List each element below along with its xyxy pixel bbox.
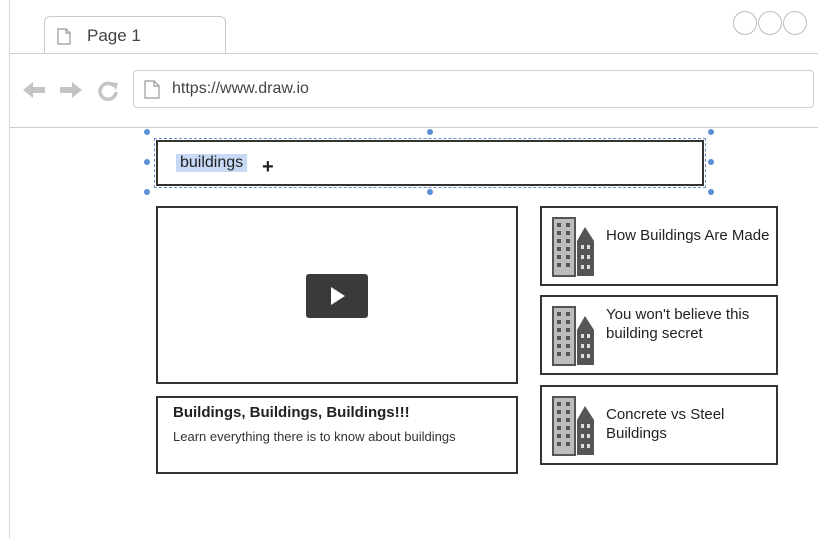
window-minimize-button[interactable] [758,11,782,35]
selection-handle[interactable] [144,189,150,195]
search-input[interactable]: buildings + [154,138,706,188]
selection-handle[interactable] [144,129,150,135]
window-close-button[interactable] [733,11,757,35]
window-maximize-button[interactable] [783,11,807,35]
tab-label: Page 1 [87,26,141,45]
related-video-card[interactable]: You won't believe this building secret [540,295,778,375]
tab-strip-divider [10,53,818,54]
building-icon [552,306,596,371]
page-icon [144,80,160,104]
page-icon [57,28,71,50]
related-video-title: You won't believe this building secret [606,306,750,342]
selection-handle[interactable] [144,159,150,165]
url-input[interactable] [172,78,772,100]
browser-frame-edge [9,0,10,539]
related-video-title: Concrete vs Steel Buildings [606,406,725,442]
crosshair-cursor-icon: + [262,156,274,178]
selection-handle[interactable] [427,189,433,195]
address-bar[interactable] [133,70,814,108]
video-title[interactable]: Buildings, Buildings, Buildings!!! [173,404,410,421]
search-value: buildings [176,154,248,172]
play-button[interactable] [306,274,368,318]
reload-icon[interactable] [97,80,119,107]
chrome-divider [10,127,818,128]
play-icon [331,287,345,305]
selection-handle[interactable] [708,129,714,135]
video-description-box: Buildings, Buildings, Buildings!!! Learn… [156,396,518,474]
forward-arrow-icon[interactable] [59,80,83,105]
related-video-card[interactable]: Concrete vs Steel Buildings [540,385,778,465]
back-arrow-icon[interactable] [22,80,46,105]
browser-tab[interactable]: Page 1 [44,16,226,54]
related-video-card[interactable]: How Buildings Are Made [540,206,778,286]
related-video-title: How Buildings Are Made [606,227,770,244]
selection-handle[interactable] [427,129,433,135]
selection-handle[interactable] [708,159,714,165]
building-icon [552,396,596,461]
video-player[interactable] [156,206,518,384]
selection-handle[interactable] [708,189,714,195]
video-description: Learn everything there is to know about … [173,429,456,444]
building-icon [552,217,596,282]
